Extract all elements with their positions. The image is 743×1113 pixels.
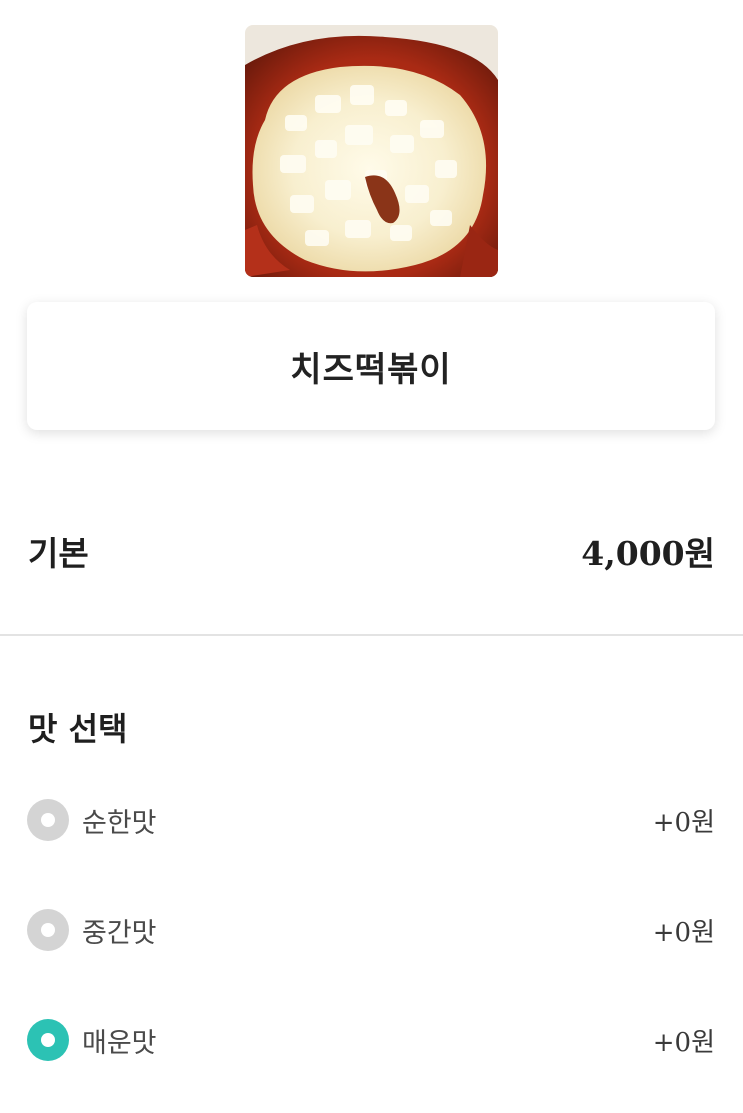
flavor-option-left: 중간맛: [27, 909, 157, 951]
flavor-option-price: +0원: [652, 807, 715, 838]
radio-dot: [41, 923, 55, 937]
base-label: 기본: [28, 534, 89, 573]
radio-unchecked-icon[interactable]: [27, 799, 69, 841]
flavor-option-label: 순한맛: [82, 807, 157, 839]
radio-unchecked-icon[interactable]: [27, 909, 69, 951]
flavor-option-price: +0원: [652, 1027, 715, 1058]
flavor-option-label: 중간맛: [82, 917, 157, 949]
menu-title-card: 치즈떡볶이: [27, 302, 715, 430]
radio-dot: [41, 1033, 55, 1047]
base-price: 4,000원: [581, 534, 715, 573]
menu-item-photo: [245, 25, 498, 277]
flavor-option-left: 순한맛: [27, 799, 157, 841]
flavor-option-left: 매운맛: [27, 1019, 157, 1061]
base-price-row: 기본 4,000원: [28, 526, 715, 576]
menu-item-name: 치즈떡볶이: [290, 349, 452, 390]
cheese-tteokbokki-image: [245, 25, 498, 277]
radio-checked-icon[interactable]: [27, 1019, 69, 1061]
flavor-option-label: 매운맛: [82, 1027, 157, 1059]
section-divider: [0, 634, 743, 636]
flavor-option-mild[interactable]: 순한맛 +0원: [27, 798, 715, 842]
flavor-option-spicy[interactable]: 매운맛 +0원: [27, 1018, 715, 1062]
radio-dot: [41, 813, 55, 827]
flavor-option-price: +0원: [652, 917, 715, 948]
flavor-section-title: 맛 선택: [28, 710, 128, 748]
flavor-option-medium[interactable]: 중간맛 +0원: [27, 908, 715, 952]
